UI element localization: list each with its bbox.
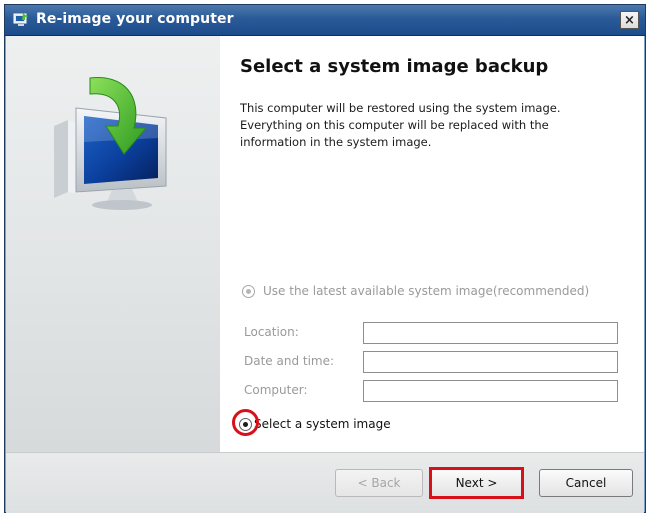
description-text: This computer will be restored using the… [240, 100, 630, 151]
close-button[interactable]: × [620, 11, 639, 29]
cancel-button[interactable]: Cancel [539, 469, 633, 497]
window-title: Re-image your computer [36, 11, 234, 27]
description-line: information in the system image. [240, 135, 432, 149]
date-time-field [363, 351, 618, 373]
back-button[interactable]: < Back [335, 469, 423, 497]
radio-select-image-label: Select a system image [254, 417, 391, 431]
left-banner-panel [6, 36, 220, 452]
reimage-dialog: Re-image your computer × Select a system… [4, 4, 646, 513]
description-line: This computer will be restored using the… [240, 101, 561, 115]
page-heading: Select a system image backup [240, 56, 549, 77]
next-button[interactable]: Next > [429, 467, 524, 499]
computer-label: Computer: [244, 383, 308, 397]
close-icon: × [624, 12, 635, 28]
location-label: Location: [244, 325, 299, 339]
computer-restore-icon [54, 77, 167, 210]
location-field [363, 322, 618, 344]
radio-latest-image-control[interactable] [242, 284, 255, 298]
radio-select-image[interactable]: Select a system image [239, 417, 391, 431]
button-bar: < Back Next > Cancel [6, 452, 644, 513]
content-area: Select a system image backup This comput… [221, 36, 644, 452]
reimage-app-icon [13, 13, 28, 26]
description-line: Everything on this computer will be repl… [240, 118, 549, 132]
computer-field [363, 380, 618, 402]
date-time-label: Date and time: [244, 354, 335, 368]
radio-select-image-control[interactable] [239, 417, 252, 431]
radio-latest-image[interactable]: Use the latest available system image(re… [242, 284, 589, 298]
radio-latest-image-label: Use the latest available system image(re… [263, 284, 590, 298]
title-bar: Re-image your computer × [5, 5, 645, 36]
